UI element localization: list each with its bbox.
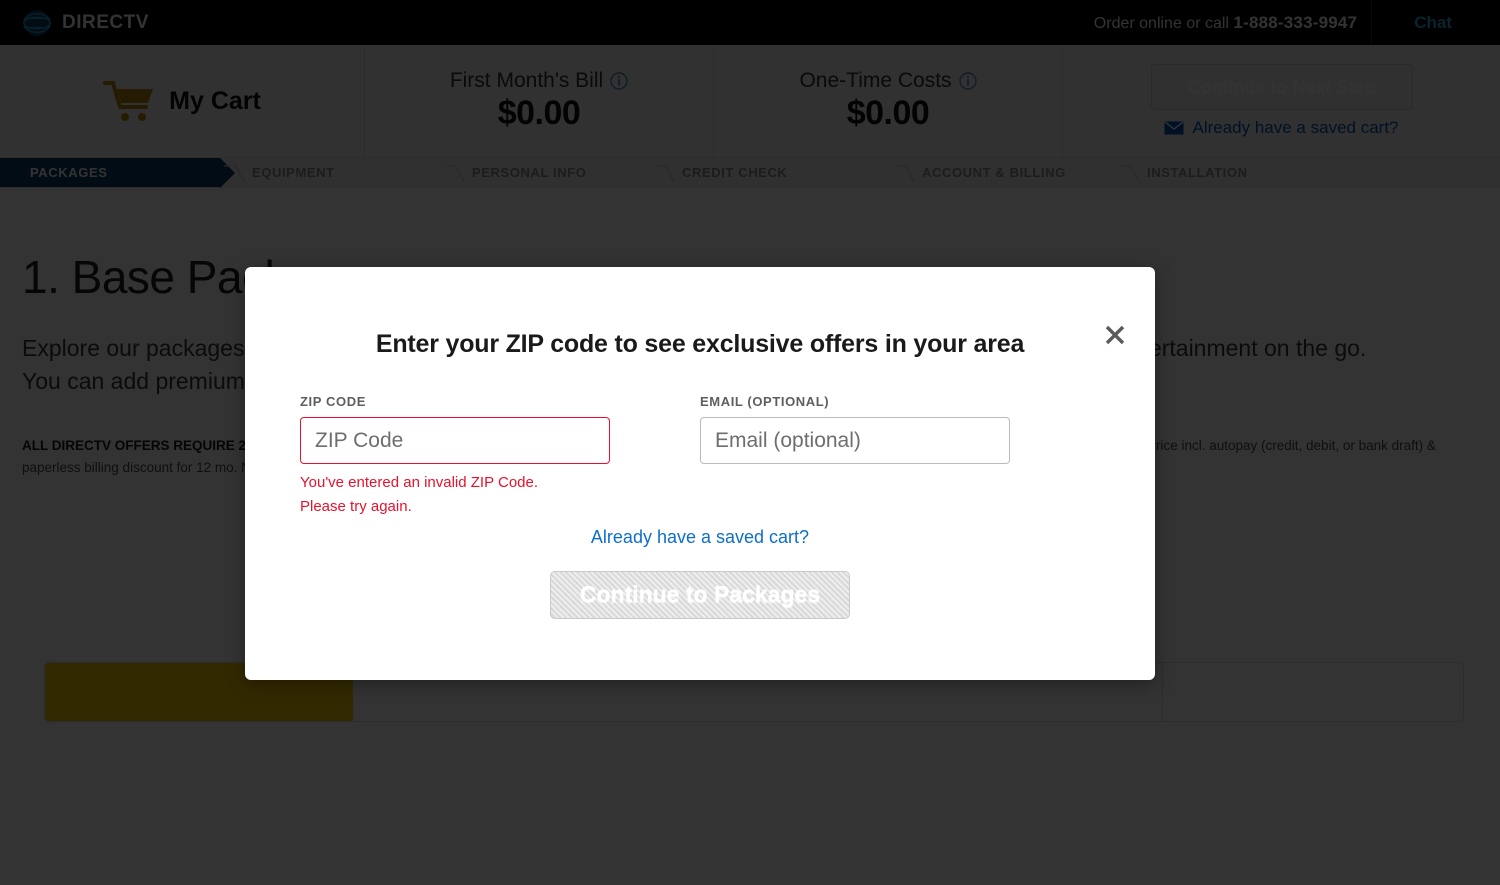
close-x-icon[interactable] xyxy=(1102,322,1128,348)
modal-continue-row: Continue to Packages xyxy=(245,570,1155,619)
zip-code-error-message: You've entered an invalid ZIP Code. Plea… xyxy=(300,471,610,520)
modal-saved-cart-row: Already have a saved cart? xyxy=(245,527,1155,548)
zip-code-modal: Enter your ZIP code to see exclusive off… xyxy=(245,267,1155,680)
email-input[interactable] xyxy=(700,417,1010,464)
email-label: EMAIL (OPTIONAL) xyxy=(700,394,830,409)
modal-title: Enter your ZIP code to see exclusive off… xyxy=(375,330,1025,358)
zip-error-line-2: Please try again. xyxy=(300,498,412,516)
zip-code-input[interactable] xyxy=(300,417,610,464)
modal-fields: ZIP CODE You've entered an invalid ZIP C… xyxy=(245,394,1155,520)
email-field-group: EMAIL (OPTIONAL) xyxy=(700,394,1010,520)
zip-code-field-group: ZIP CODE You've entered an invalid ZIP C… xyxy=(300,394,610,520)
zip-code-label: ZIP CODE xyxy=(300,394,366,409)
zip-error-line-1: You've entered an invalid ZIP Code. xyxy=(300,474,539,491)
modal-saved-cart-link[interactable]: Already have a saved cart? xyxy=(591,527,809,547)
continue-to-packages-button[interactable]: Continue to Packages xyxy=(550,570,850,619)
